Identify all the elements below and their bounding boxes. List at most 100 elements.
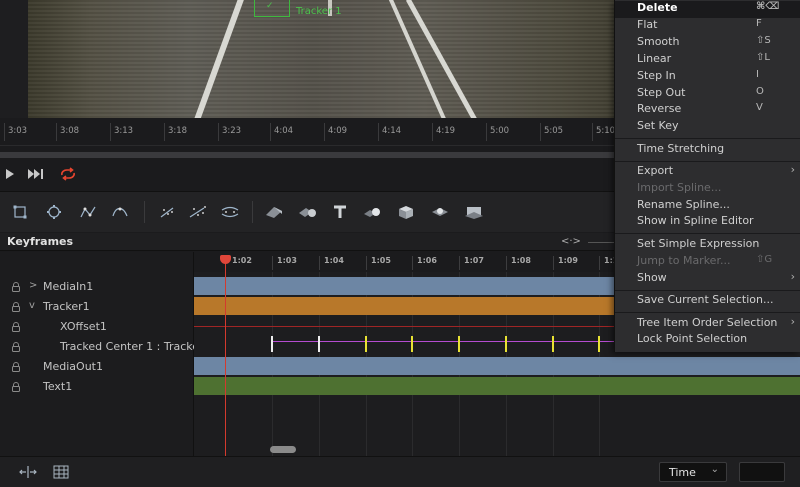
ruler-tick-label: 4:04 — [274, 126, 294, 136]
horizontal-scrollbar[interactable] — [270, 446, 296, 453]
toolbar-separator — [144, 201, 145, 223]
keyframe-marker[interactable] — [552, 336, 554, 352]
value-field[interactable] — [739, 462, 785, 482]
tree-item-tracked-center[interactable]: Tracked Center 1 : Tracker11 — [0, 337, 218, 357]
polyline-button[interactable] — [76, 200, 100, 224]
renderer3d-button[interactable] — [428, 200, 452, 224]
menu-item-time-stretching[interactable]: Time Stretching — [615, 142, 800, 159]
keyframe-marker[interactable] — [271, 336, 273, 352]
particles-button[interactable] — [186, 200, 210, 224]
menu-item-save-current-selection[interactable]: Save Current Selection... — [615, 293, 800, 310]
grid-icon[interactable] — [53, 465, 69, 479]
image-plane-button[interactable] — [262, 200, 286, 224]
text-plus-button[interactable] — [156, 200, 180, 224]
shape3d-button[interactable] — [360, 200, 384, 224]
warp-button[interactable] — [218, 200, 242, 224]
keyframes-tree: > MediaIn1 v Tracker1 XOffset1 Tracked C… — [0, 252, 218, 456]
menu-item-linear[interactable]: Linear ⇧L — [615, 52, 800, 69]
circle-select-button[interactable] — [42, 200, 66, 224]
menu-item-shortcut: I — [756, 69, 759, 80]
chevron-down-icon[interactable]: v — [29, 300, 35, 311]
ruler-tick: 5:05 — [540, 123, 563, 141]
menu-item-step-out[interactable]: Step Out O — [615, 86, 800, 103]
menu-item-reverse[interactable]: Reverse V — [615, 102, 800, 119]
keyframe-marker[interactable] — [411, 336, 413, 352]
ruler-tick: 3:23 — [218, 123, 241, 141]
cube-button[interactable] — [394, 200, 418, 224]
submenu-arrow-icon: › — [790, 270, 795, 283]
menu-item-label: Smooth — [637, 35, 680, 48]
menu-item-shortcut: ⇧L — [756, 52, 770, 63]
context-menu: Delete ⌘⌫ Flat F Smooth ⇧S Linear ⇧L Step In… — [614, 0, 800, 352]
keyframe-marker[interactable] — [505, 336, 507, 352]
keyframe-marker[interactable] — [458, 336, 460, 352]
bezier-button[interactable] — [108, 200, 132, 224]
lock-icon[interactable] — [11, 382, 21, 392]
menu-item-flat[interactable]: Flat F — [615, 18, 800, 35]
menu-separator — [615, 290, 800, 291]
menu-item-label: Lock Point Selection — [637, 332, 748, 345]
menu-item-tree-item-order-selection[interactable]: Tree Item Order Selection › — [615, 315, 800, 333]
tree-item-label: MediaIn1 — [43, 280, 94, 293]
chevron-right-icon[interactable]: > — [29, 280, 37, 291]
ruler-tick-label: 5:10 — [596, 126, 616, 136]
tree-item-mediaout1[interactable]: MediaOut1 — [0, 357, 194, 377]
tree-item-mediain1[interactable]: > MediaIn1 — [0, 277, 194, 297]
menu-item-label: Show — [637, 271, 667, 284]
tree-item-label: Tracker1 — [43, 300, 90, 313]
menu-item-shortcut: V — [756, 102, 763, 113]
circle-select-icon — [47, 205, 61, 219]
mediaout1-clip-bar[interactable] — [194, 357, 800, 375]
text1-clip-bar[interactable] — [194, 377, 800, 395]
tree-item-tracker1[interactable]: v Tracker1 — [0, 297, 194, 317]
ruler-tick-label: 4:09 — [328, 126, 348, 136]
fit-horizontal-icon[interactable] — [19, 465, 37, 479]
keyframe-marker[interactable] — [365, 336, 367, 352]
menu-item-smooth[interactable]: Smooth ⇧S — [615, 35, 800, 52]
ruler-tick: 4:14 — [378, 123, 401, 141]
menu-item-label: Reverse — [637, 102, 682, 115]
ruler-tick: 4:04 — [270, 123, 293, 141]
ruler-tick-label: 4:19 — [436, 126, 456, 136]
tree-item-label: XOffset1 — [60, 320, 107, 333]
play-button[interactable] — [0, 166, 20, 182]
ruler-tick-label: 3:03 — [8, 126, 28, 136]
lock-icon[interactable] — [11, 302, 21, 312]
menu-item-rename-spline[interactable]: Rename Spline... — [615, 198, 800, 215]
menu-item-show-in-spline-editor[interactable]: Show in Spline Editor — [615, 214, 800, 231]
keyframes-title: Keyframes — [7, 235, 74, 248]
menu-item-step-in[interactable]: Step In I — [615, 69, 800, 86]
keyframe-marker[interactable] — [318, 336, 320, 352]
chevron-down-icon: ⌄ — [710, 464, 719, 475]
viewer-image: ✓ Tracker 1 — [28, 0, 648, 118]
rectangle-select-button[interactable] — [8, 200, 32, 224]
image-texture — [28, 0, 648, 118]
menu-item-set-simple-expression[interactable]: Set Simple Expression — [615, 237, 800, 254]
menu-item-delete[interactable]: Delete ⌘⌫ — [615, 1, 800, 18]
time-mode-select[interactable]: Time ⌄ — [659, 462, 727, 482]
menu-item-label: Linear — [637, 52, 672, 65]
lock-icon[interactable] — [11, 282, 21, 292]
tracker-label: Tracker 1 — [296, 6, 342, 17]
tree-item-xoffset1[interactable]: XOffset1 — [0, 317, 194, 337]
menu-item-set-key[interactable]: Set Key — [615, 119, 800, 136]
menu-item-show[interactable]: Show › — [615, 270, 800, 288]
keyframe-marker[interactable] — [598, 336, 600, 352]
skip-to-end-button[interactable] — [26, 166, 46, 182]
playhead-line[interactable] — [225, 260, 226, 456]
menu-item-export[interactable]: Export › — [615, 163, 800, 181]
ruler-tick-label: 1:04 — [324, 256, 344, 265]
tree-item-text1[interactable]: Text1 — [0, 377, 194, 397]
lock-icon[interactable] — [11, 362, 21, 372]
tracker-center-marker[interactable]: ✓ — [266, 1, 274, 11]
zoom-fit-icon[interactable]: <·> — [561, 236, 581, 247]
menu-item-lock-point-selection[interactable]: Lock Point Selection — [615, 332, 800, 349]
menu-item-label: Set Simple Expression — [637, 237, 760, 250]
merge3d-button[interactable] — [296, 200, 320, 224]
text3d-button[interactable] — [328, 200, 352, 224]
camera3d-button[interactable] — [462, 200, 486, 224]
menu-item-label: Tree Item Order Selection — [637, 316, 778, 329]
lock-icon[interactable] — [11, 322, 21, 332]
loop-button[interactable] — [58, 166, 78, 182]
lock-icon[interactable] — [11, 342, 21, 352]
